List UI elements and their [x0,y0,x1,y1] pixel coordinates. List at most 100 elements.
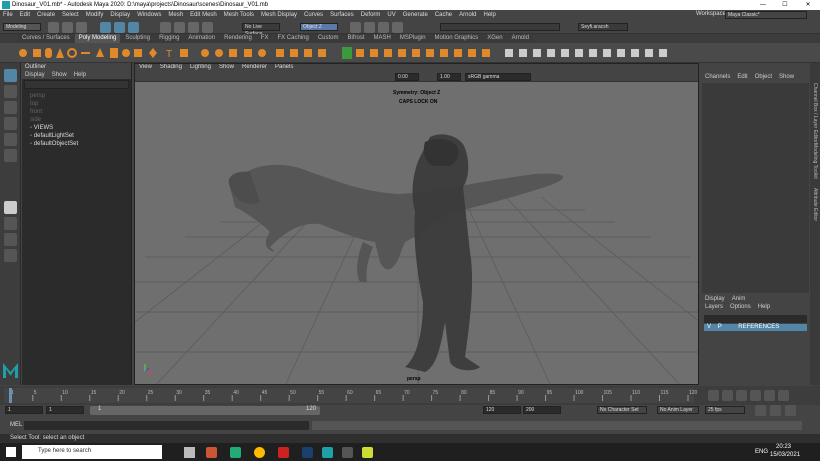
menu-uv[interactable]: UV [387,12,395,18]
layer-name[interactable]: REFERENCES [738,324,779,330]
outliner-search-field[interactable] [24,80,129,89]
shelf-tab-rendering[interactable]: Rendering [220,34,256,43]
fps-select[interactable]: 25 fps [705,406,745,414]
outliner-item-views[interactable]: ◦ VIEWS [30,124,131,132]
menu-edit-mesh[interactable]: Edit Mesh [190,12,217,18]
render-settings-icon[interactable] [392,22,403,33]
layer-visibility-toggle[interactable]: V [707,324,711,330]
app-icon-2[interactable] [362,447,373,458]
shelf-tab-rigging[interactable]: Rigging [155,34,184,43]
outliner-item-persp[interactable]: persp [30,92,131,100]
animation-prefs-icon[interactable] [785,405,796,416]
outliner-menu-show[interactable]: Show [52,71,67,79]
shelf-tab-msplugin[interactable]: MSPlugin [395,34,430,43]
go-to-end-icon[interactable] [778,390,789,401]
task-view-icon[interactable] [184,447,195,458]
office-icon[interactable] [206,447,217,458]
viewport-menu-renderer[interactable]: Renderer [242,64,267,71]
chrome-icon[interactable] [254,447,265,458]
step-forward-icon[interactable] [764,390,775,401]
layer-menu-options[interactable]: Options [730,303,751,311]
key-icon[interactable] [755,405,766,416]
channel-menu-object[interactable]: Object [755,73,772,81]
playback-end-field[interactable]: 120 [483,406,521,414]
snap-curve-icon[interactable] [174,22,185,33]
menu-display[interactable]: Display [110,12,130,18]
clock-date[interactable]: 15/03/2021 [770,452,800,458]
select-object-icon[interactable] [114,22,125,33]
single-perspective-layout-icon[interactable] [4,201,17,214]
shelf-tab-xgen[interactable]: XGen [483,34,507,43]
menu-modify[interactable]: Modify [86,12,104,18]
move-tool-icon[interactable] [4,117,17,130]
playback-start-field[interactable]: 1 [46,406,84,414]
workspace-select[interactable]: Maya Classic* [725,11,807,19]
channel-menu-channels[interactable]: Channels [705,73,730,81]
snap-point-icon[interactable] [188,22,199,33]
rotate-tool-icon[interactable] [4,133,17,146]
outliner-item-top[interactable]: top [30,100,131,108]
outliner-item-defaultobjectset[interactable]: ◦ defaultObjectSet [30,140,131,148]
viewport-menu-show[interactable]: Show [219,64,234,71]
app-icon-1[interactable] [342,447,353,458]
gamma-field[interactable]: 1.00 [437,73,461,81]
shelf-tab-sculpting[interactable]: Sculpting [121,34,155,43]
taskbar-search-box[interactable]: Type here to search [22,445,162,459]
maya-taskbar-icon[interactable] [322,447,333,458]
open-scene-icon[interactable] [62,22,73,33]
menu-cache[interactable]: Cache [435,12,452,18]
menu-curves[interactable]: Curves [304,12,323,18]
range-slider-bar[interactable]: 1 120 [90,406,320,415]
play-forward-icon[interactable] [750,390,761,401]
xyz-input-field[interactable] [440,23,560,31]
viewport-panel[interactable]: View Shading Lighting Show Renderer Panels 0.… [134,63,699,385]
layer-tab-anim[interactable]: Anim [732,295,746,303]
modeling-toolkit-tab[interactable]: Modeling Toolkit [812,143,818,179]
shelf-tab-fx-caching[interactable]: FX Caching [273,34,313,43]
shelf-tab-custom[interactable]: Custom [313,34,343,43]
viewport-menu-panels[interactable]: Panels [275,64,293,71]
select-hierarchy-icon[interactable] [100,22,111,33]
windows-start-icon[interactable] [6,447,16,457]
menu-deform[interactable]: Deform [361,12,381,18]
menu-file[interactable]: File [3,12,13,18]
acrobat-icon[interactable] [278,447,289,458]
clock-time[interactable]: 20:23 [776,444,791,450]
time-slider[interactable]: 1 5 10 15 20 25 30 35 40 45 50 55 60 65 70 75 80 85 90 95 10… [0,386,820,405]
command-input[interactable] [24,421,309,430]
anim-layer-select[interactable]: No Anim Layer [657,406,699,414]
outliner-item-side[interactable]: side [30,116,131,124]
render-view-icon[interactable] [350,22,361,33]
persp-graph-layout-icon[interactable] [4,249,17,262]
menu-set-select[interactable]: Modeling [3,23,41,31]
scale-tool-icon[interactable] [4,149,17,162]
channel-box-tab[interactable]: Channel Box / Layer Editor [812,83,818,143]
four-view-layout-icon[interactable] [4,217,17,230]
edge-icon[interactable] [230,447,241,458]
menu-arnold[interactable]: Arnold [459,12,476,18]
menu-mesh[interactable]: Mesh [168,12,183,18]
save-scene-icon[interactable] [76,22,87,33]
live-surface-field[interactable]: No Live Surface [242,23,280,37]
menu-mesh-display[interactable]: Mesh Display [261,12,297,18]
character-set-select[interactable]: No Character Set [597,406,647,414]
snap-grid-icon[interactable] [160,22,171,33]
color-space-select[interactable]: sRGB gamma [465,73,531,81]
language-indicator[interactable]: ENG [755,449,768,455]
paint-select-icon[interactable] [4,101,17,114]
render-frame-icon[interactable] [364,22,375,33]
lasso-tool-icon[interactable] [4,85,17,98]
command-language-label[interactable]: MEL [10,422,22,428]
layer-playback-toggle[interactable]: P [718,324,722,330]
side-by-side-layout-icon[interactable] [4,233,17,246]
shelf-tab-curves-surfaces[interactable]: Curves / Surfaces [18,34,74,43]
viewport-menu-shading[interactable]: Shading [160,64,182,71]
step-back-icon[interactable] [722,390,733,401]
minimize-button[interactable]: — [752,0,774,10]
attribute-editor-tab[interactable]: Attribute Editor [812,188,818,221]
channel-menu-show[interactable]: Show [779,73,794,81]
outliner-item-front[interactable]: front [30,108,131,116]
photoshop-icon[interactable] [302,447,313,458]
snap-view-icon[interactable] [202,22,213,33]
go-to-start-icon[interactable] [708,390,719,401]
